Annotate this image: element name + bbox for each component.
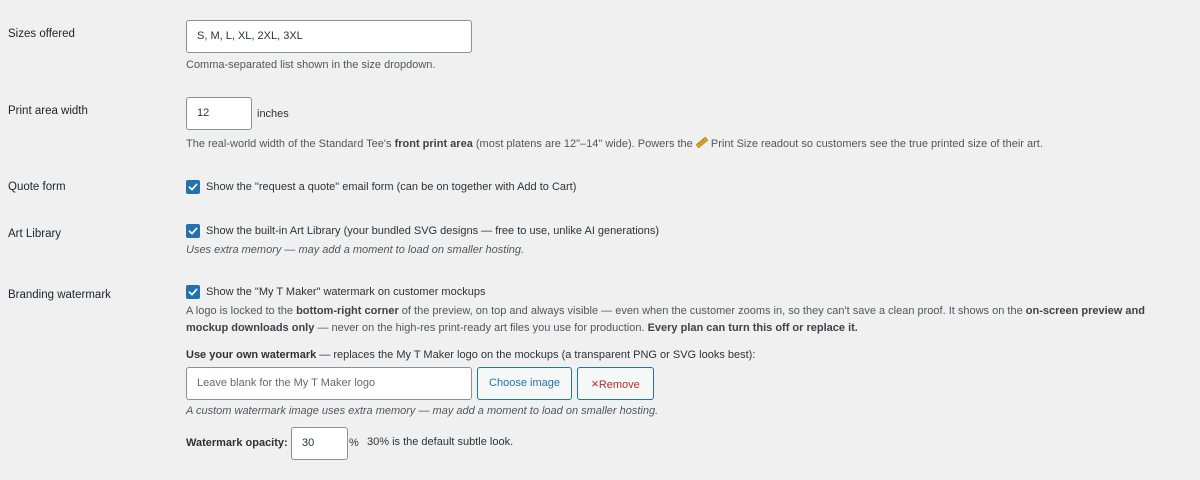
quote-form-label: Quote form (8, 181, 66, 193)
watermark-opacity-hint: 30% is the default subtle look. (367, 436, 514, 448)
art-library-checkbox-label[interactable]: Show the built-in Art Library (your bund… (206, 225, 659, 237)
own-watermark-url-input[interactable]: Leave blank for the My T Maker logo (186, 367, 472, 400)
print-area-unit: inches (257, 108, 289, 120)
print-area-width-label: Print area width (8, 105, 88, 117)
ruler-icon (695, 136, 709, 149)
art-library-label: Art Library (8, 228, 62, 240)
remove-button-label: Remove (598, 379, 640, 391)
watermark-description-line2: mockup downloads only — never on the hig… (186, 322, 858, 334)
watermark-checkbox[interactable] (186, 285, 200, 299)
choose-image-button[interactable]: Choose image (477, 367, 572, 400)
own-watermark-heading: Use your own watermark — replaces the My… (186, 349, 756, 361)
print-area-width-input[interactable]: 12 (186, 97, 252, 130)
sizes-offered-label: Sizes offered (8, 28, 75, 40)
checkmark-icon (188, 227, 198, 235)
sizes-offered-description: Comma-separated list shown in the size d… (186, 59, 436, 71)
print-area-description: The real-world width of the Standard Tee… (186, 136, 1043, 150)
remove-icon: × (591, 376, 599, 391)
checkmark-icon (188, 288, 198, 296)
quote-form-checkbox-label[interactable]: Show the "request a quote" email form (c… (206, 181, 576, 193)
custom-watermark-note: A custom watermark image uses extra memo… (186, 405, 659, 417)
watermark-opacity-unit: % (349, 437, 359, 449)
watermark-opacity-label: Watermark opacity: (186, 437, 288, 449)
watermark-description-line1: A logo is locked to the bottom-right cor… (186, 305, 1145, 317)
sizes-offered-input[interactable]: S, M, L, XL, 2XL, 3XL (186, 20, 472, 53)
art-library-note: Uses extra memory — may add a moment to … (186, 244, 525, 256)
art-library-checkbox[interactable] (186, 224, 200, 238)
checkmark-icon (188, 183, 198, 191)
quote-form-checkbox[interactable] (186, 180, 200, 194)
watermark-opacity-input[interactable]: 30 (291, 427, 348, 460)
watermark-checkbox-label[interactable]: Show the "My T Maker" watermark on custo… (206, 286, 485, 298)
branding-watermark-label: Branding watermark (8, 289, 111, 301)
remove-button[interactable]: ×Remove (577, 367, 654, 400)
